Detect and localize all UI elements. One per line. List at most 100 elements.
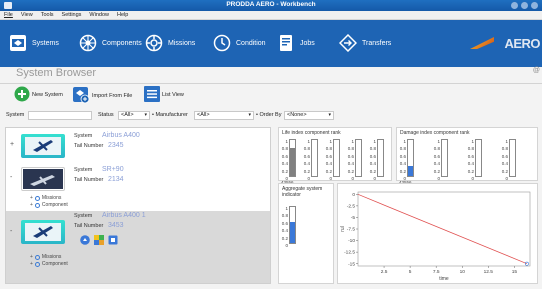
gauge-column: 10.80.60.40.2043556 (399, 139, 423, 187)
document-icon[interactable] (108, 235, 118, 247)
gauge-ticks: 1 0.8 0.6 0.4 0.2 0 (433, 138, 440, 182)
gauge-tick-label: 0.4 (467, 161, 474, 167)
gauge-tick-label: 1 (437, 139, 440, 144)
menu-view[interactable]: View (21, 12, 33, 18)
gauge-tick-label: 0.6 (325, 153, 332, 159)
expand-toggle[interactable]: - (10, 174, 12, 181)
system-filter-label: System (6, 112, 25, 118)
missions-node[interactable]: + Missions (30, 254, 61, 260)
chevron-down-icon: ▾ (144, 112, 147, 118)
gauge-tick-label: 0.4 (303, 161, 310, 167)
gauge-tick-label: 0.4 (501, 161, 508, 167)
y-tick-label: -7.5 (347, 227, 356, 233)
nav-missions[interactable]: Missions (144, 33, 195, 53)
gauge-tick-label: 0.8 (325, 146, 332, 152)
system-row[interactable]: + System Airbus A400 Tail Number 2345 (6, 130, 270, 162)
systems-icon (8, 33, 28, 53)
aggregate-title: Aggregate system indicator (282, 186, 323, 198)
system-thumbnail (21, 167, 65, 191)
rul-chart: 0 -2.5 -5 -7.5 -10 -12.5 -15 2.5 5 7.5 10 12.5 15 rul… (337, 183, 538, 284)
list-view-button[interactable]: List View (144, 86, 184, 104)
manufacturer-select[interactable]: <All> ▾ (194, 111, 254, 120)
minimize-button[interactable] (511, 2, 518, 9)
nav-systems-label: Systems (32, 39, 59, 47)
gauge-tick-label: 1 (307, 139, 310, 144)
order-by-select[interactable]: <None> ▾ (284, 111, 334, 120)
expand-toggle[interactable]: - (10, 228, 12, 235)
nav-condition[interactable]: Condition (212, 33, 266, 53)
gauge-tick-label: 0.8 (501, 146, 508, 152)
gauge-tick-label: 0 (373, 176, 376, 182)
gauge-tick-label: 1 (285, 206, 288, 211)
add-icon (14, 86, 30, 104)
filter-bar: System Status <All> ▾ • Manufacturer <Al… (0, 110, 542, 121)
gauge-tick-label: 0.6 (467, 153, 474, 159)
gauge-tick-label: 1 (505, 139, 508, 144)
system-row-selected[interactable]: - System Airbus A400 1 Tail Number 3453 … (6, 211, 270, 283)
gauge-bar (509, 139, 516, 177)
system-row[interactable]: - System SR+90 Tail Number 2134 + Mission… (6, 164, 270, 210)
system-label: System (74, 213, 93, 219)
gauge-column: 1 0.8 0.6 0.4 0.2 0 (347, 139, 371, 187)
expand-toggle[interactable]: + (10, 141, 14, 148)
divider (0, 83, 542, 84)
gauge-tick-label: 0 (285, 243, 288, 249)
nav-jobs-label: Jobs (300, 39, 315, 47)
gauge-tick-label: 0.2 (325, 168, 332, 174)
new-system-button[interactable]: New System (14, 86, 63, 104)
gauge-ticks: 1 0.8 0.6 0.4 0.2 0 (325, 138, 332, 182)
damage-index-chart: Damage index component rank 1 0.8 0.6 0.4 0.… (396, 127, 538, 185)
system-search-input[interactable] (28, 111, 92, 120)
menu-settings[interactable]: Settings (62, 12, 82, 18)
maximize-button[interactable] (521, 2, 528, 9)
menu-tools[interactable]: Tools (41, 12, 54, 18)
gauge-tick-label: 0.8 (303, 146, 310, 152)
menu-bar: File View Tools Settings Window Help (0, 11, 542, 20)
expand-plus-icon: + (30, 261, 33, 267)
menu-window[interactable]: Window (89, 12, 109, 18)
gauge-tick-label: 0.8 (281, 213, 288, 219)
gauge-bar (407, 139, 414, 177)
gauge-tick-label: 0 (351, 176, 354, 182)
list-view-label: List View (162, 92, 184, 98)
gauge-ticks: 1 0.8 0.6 0.4 0.2 0 (399, 138, 406, 182)
aggregate-indicator-chart: Aggregate system indicator 1 0.8 0.6 0.4 0.2… (278, 183, 334, 284)
component-node[interactable]: + Component (30, 202, 68, 208)
nav-components[interactable]: Components (78, 33, 142, 53)
gauge-tick-label: 0.6 (303, 153, 310, 159)
gauge-tick-label: 1 (285, 139, 288, 144)
system-name: SR+90 (102, 166, 124, 173)
missions-node[interactable]: + Missions (30, 195, 61, 201)
expand-plus-icon: + (30, 254, 33, 260)
x-tick-label: 7.5 (433, 269, 440, 275)
manufacturer-label: • Manufacturer (152, 112, 188, 118)
condition-icon (212, 33, 232, 53)
x-tick-label: 10 (460, 269, 466, 275)
menu-file[interactable]: File (4, 12, 13, 18)
import-from-file-button[interactable]: Import From File (72, 86, 132, 106)
nav-jobs[interactable]: Jobs (276, 33, 315, 53)
x-tick-label: 12.5 (484, 269, 494, 275)
nav-transfers-label: Transfers (362, 39, 392, 47)
system-thumbnail (21, 134, 65, 158)
component-node-icon (34, 261, 40, 267)
life-index-chart: Life index component rank 1 0.8 0.6 0.4 0.2 0… (278, 127, 392, 185)
info-icon[interactable] (80, 235, 90, 247)
gauge-fill (290, 222, 295, 243)
missions-node-label: Missions (41, 195, 62, 201)
gauge-fill (408, 166, 413, 176)
close-button[interactable] (531, 2, 538, 9)
component-node[interactable]: + Component (30, 261, 68, 267)
gauge-column: 1 0.8 0.6 0.4 0.2 0 (501, 139, 525, 187)
logo-wing-icon (470, 37, 494, 49)
aircraft-icon (23, 169, 63, 189)
status-select[interactable]: <All> ▾ (118, 111, 150, 120)
y-tick-label: -5 (351, 215, 356, 221)
nav-systems[interactable]: Systems (8, 33, 59, 53)
menu-help[interactable]: Help (117, 12, 128, 18)
color-palette-icon[interactable] (94, 235, 104, 247)
status-label: Status (98, 112, 114, 118)
aircraft-icon (25, 223, 61, 241)
nav-transfers[interactable]: Transfers (338, 33, 391, 53)
gauge-tick-label: 0.4 (325, 161, 332, 167)
